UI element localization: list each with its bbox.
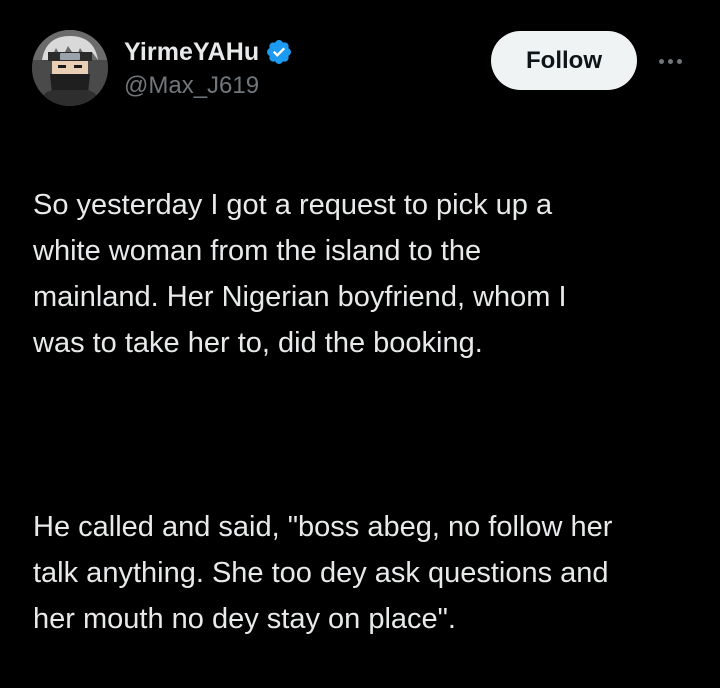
more-options-button[interactable] xyxy=(652,48,688,74)
verified-badge-icon[interactable] xyxy=(265,38,293,66)
masked-ninja-avatar-icon xyxy=(32,30,108,106)
display-name[interactable]: YirmeYAHu xyxy=(124,38,259,67)
author-info: YirmeYAHu @Max_J619 xyxy=(124,36,293,100)
display-name-row: YirmeYAHu xyxy=(124,36,293,68)
more-horizontal-icon-dot xyxy=(667,58,673,64)
tweet-body: So yesterday I got a request to pick up … xyxy=(33,136,703,688)
more-horizontal-icon-dot xyxy=(676,58,682,64)
follow-button[interactable]: Follow xyxy=(491,31,637,90)
avatar[interactable] xyxy=(32,30,108,106)
tweet-paragraph: He called and said, "boss abeg, no follo… xyxy=(33,511,613,635)
more-horizontal-icon xyxy=(658,58,664,64)
tweet-paragraph: So yesterday I got a request to pick up … xyxy=(33,189,567,359)
tweet-card: YirmeYAHu @Max_J619 Follow So yesterday … xyxy=(0,0,720,635)
user-handle[interactable]: @Max_J619 xyxy=(124,72,293,100)
